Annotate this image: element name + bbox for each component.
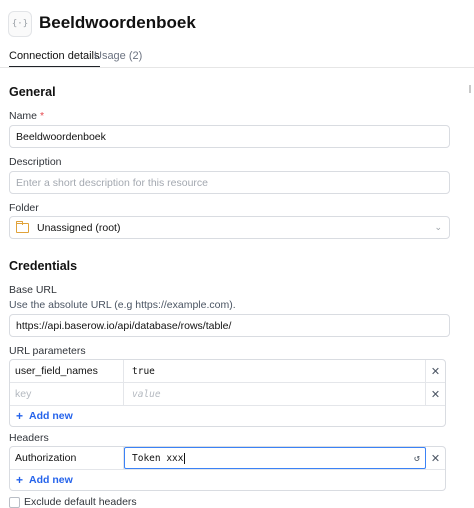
url-param-key-input[interactable]: key [10,383,124,405]
url-param-row: user_field_names true ✕ [10,360,445,383]
name-label-text: Name [9,110,38,122]
description-placeholder: Enter a short description for this resou… [16,176,209,189]
folder-select[interactable]: Unassigned (root) ⌄ [9,216,450,239]
tab-connection-details[interactable]: Connection details [9,50,100,68]
credentials-heading: Credentials [9,259,78,273]
exclude-default-headers-checkbox[interactable] [9,497,20,508]
tabs-divider [0,67,474,68]
url-params-table: user_field_names true ✕ key value ✕ + Ad… [9,359,446,427]
plus-icon: + [16,409,24,423]
braces-icon: {·} [8,11,32,37]
tab-label: Connection details [9,50,100,62]
folder-select-value: Unassigned (root) [37,221,121,234]
name-input[interactable]: Beeldwoordenboek [9,125,450,148]
add-header-button[interactable]: + Add new [10,470,445,490]
close-icon[interactable]: ✕ [426,383,445,405]
header-value-text: Token xxx [132,452,184,464]
url-params-label: URL parameters [9,345,86,357]
url-param-key-input[interactable]: user_field_names [10,360,124,382]
tab-usage[interactable]: Usage (2) [94,50,142,62]
tab-label: Usage (2) [94,50,143,62]
plus-icon: + [16,473,24,487]
url-param-value-input[interactable]: value [124,383,426,405]
reset-icon[interactable]: ↺ [414,453,420,464]
description-input[interactable]: Enter a short description for this resou… [9,171,450,194]
base-url-value: https://api.baserow.io/api/database/rows… [16,319,232,332]
name-input-value: Beeldwoordenboek [16,130,106,143]
text-cursor [184,452,186,464]
required-mark: * [39,110,45,122]
exclude-default-headers-label: Exclude default headers [24,496,137,508]
add-new-label: Add new [29,474,73,486]
close-icon[interactable]: ✕ [426,360,445,382]
description-label: Description [9,156,62,168]
url-param-value-input[interactable]: true [124,360,426,382]
chevron-down-icon: ⌄ [434,222,442,232]
name-label: Name * [9,110,44,122]
folder-icon [16,220,29,233]
header-value-input[interactable]: Token xxx ↺ [124,447,426,469]
add-url-param-button[interactable]: + Add new [10,406,445,426]
close-icon[interactable]: ✕ [426,447,445,469]
headers-label: Headers [9,432,49,444]
headers-table: Authorization Token xxx ↺ ✕ + Add new [9,446,446,491]
base-url-help: Use the absolute URL (e.g https://exampl… [9,299,236,311]
add-new-label: Add new [29,410,73,422]
base-url-input[interactable]: https://api.baserow.io/api/database/rows… [9,314,450,337]
general-heading: General [9,85,56,99]
header-key-input[interactable]: Authorization [10,447,124,469]
scrollbar-handle[interactable] [469,85,471,93]
header-row: Authorization Token xxx ↺ ✕ [10,447,445,470]
folder-label: Folder [9,202,39,214]
page-title: Beeldwoordenboek [39,13,196,32]
base-url-label: Base URL [9,284,57,296]
url-param-empty-row: key value ✕ [10,383,445,406]
folder-select-content: Unassigned (root) [16,220,121,234]
